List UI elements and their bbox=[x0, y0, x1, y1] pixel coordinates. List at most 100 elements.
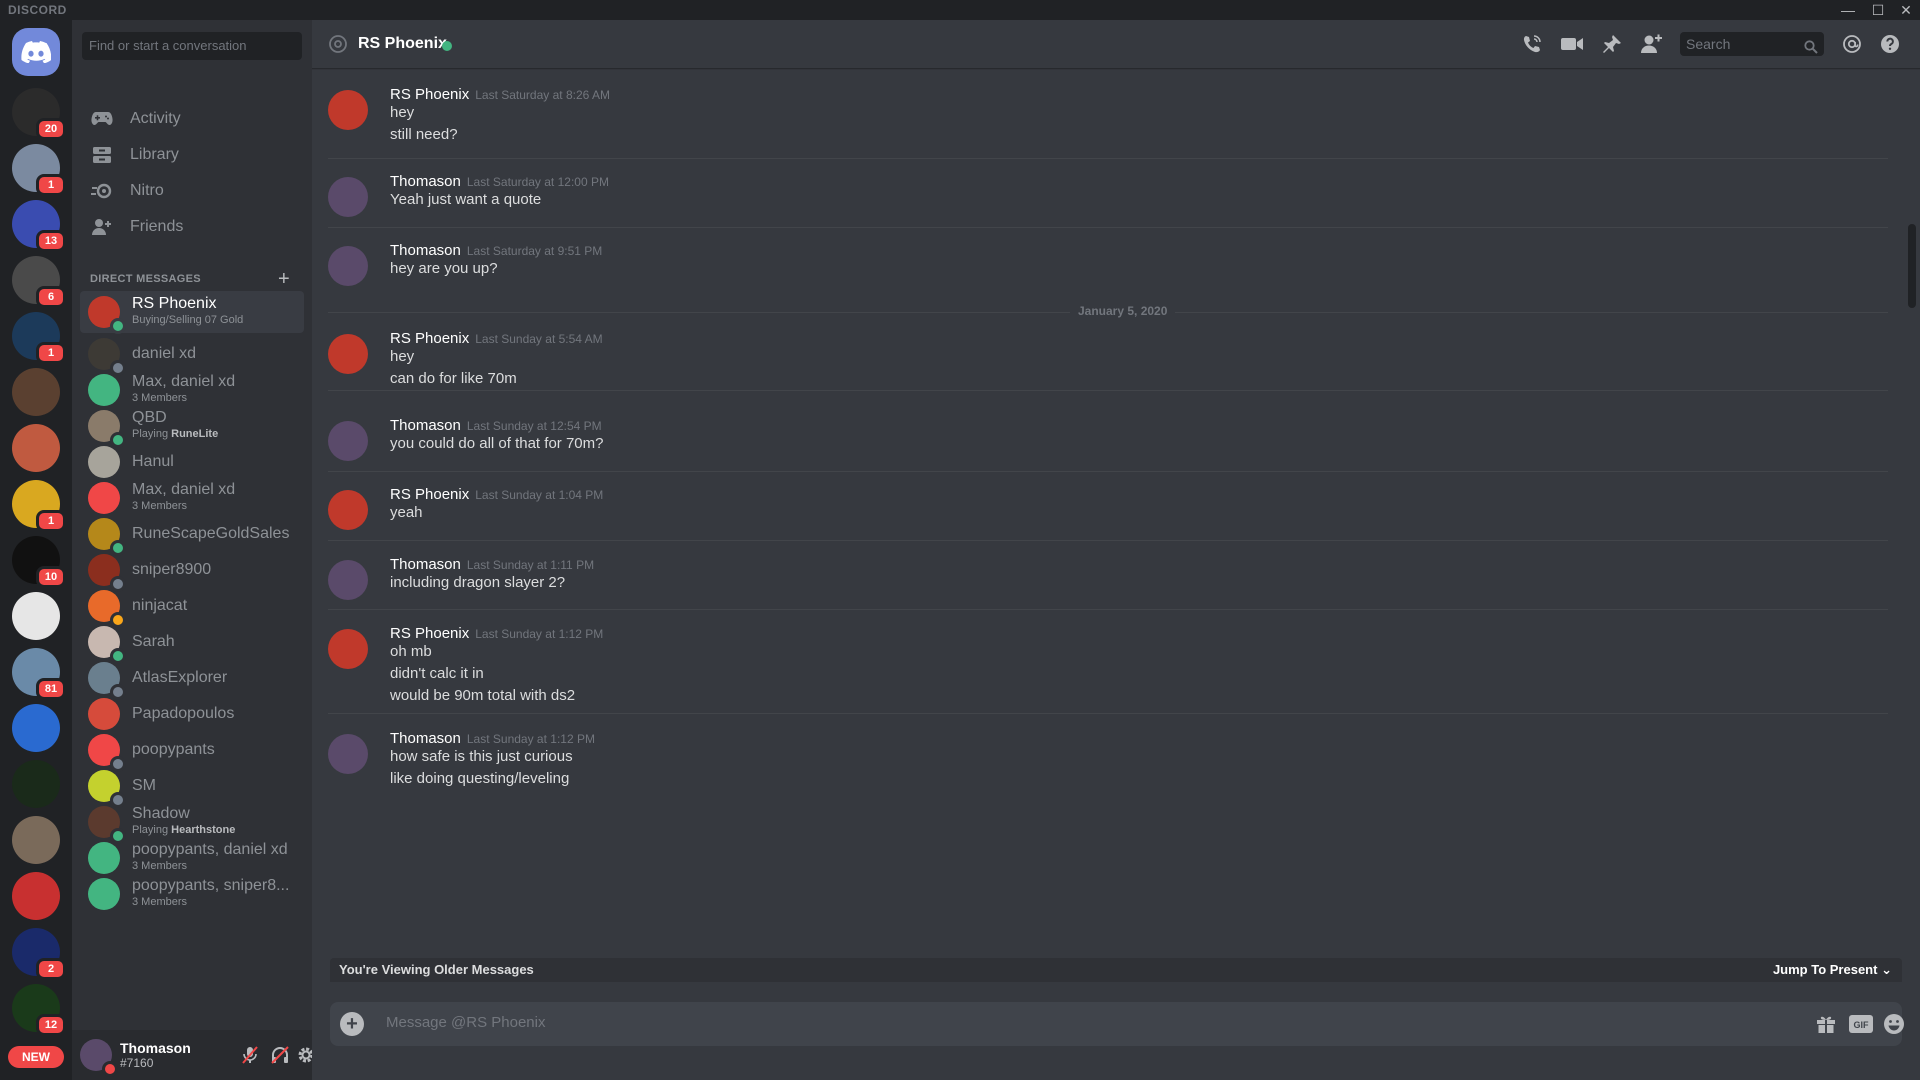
mention-badge: 20 bbox=[36, 118, 66, 140]
mentions-button[interactable] bbox=[1840, 32, 1864, 56]
message-author[interactable]: Thomason Last Saturday at 9:51 PM bbox=[390, 242, 602, 259]
server-icon[interactable]: 1 bbox=[12, 144, 66, 196]
server-icon[interactable]: 2 bbox=[12, 928, 66, 980]
create-dm-button[interactable]: + bbox=[278, 268, 290, 291]
message-text: would be 90m total with ds2 bbox=[390, 687, 576, 704]
maximize-button[interactable]: ☐ bbox=[1864, 0, 1892, 20]
nav-label: Friends bbox=[130, 218, 184, 235]
server-icon[interactable]: 20 bbox=[12, 88, 66, 140]
message-author[interactable]: Thomason Last Sunday at 1:12 PM bbox=[390, 730, 595, 747]
avatar[interactable] bbox=[328, 560, 368, 600]
avatar[interactable] bbox=[328, 90, 368, 130]
date-divider: January 5, 2020 bbox=[328, 304, 1888, 318]
server-list: 20 1 13 6 1 1 10 81 2 12 NEW bbox=[0, 20, 72, 1080]
author-name[interactable]: RS Phoenix bbox=[390, 625, 469, 642]
search-input[interactable]: Search bbox=[1680, 32, 1824, 56]
dm-name: Max, daniel xd bbox=[132, 373, 236, 390]
author-name[interactable]: RS Phoenix bbox=[390, 330, 469, 347]
author-name[interactable]: RS Phoenix bbox=[390, 86, 469, 103]
pinned-messages-button[interactable] bbox=[1600, 32, 1624, 56]
message-author[interactable]: Thomason Last Sunday at 12:54 PM bbox=[390, 417, 602, 434]
avatar[interactable] bbox=[328, 246, 368, 286]
title-bar: DISCORD — ☐ ✕ bbox=[0, 0, 1920, 20]
close-window-button[interactable]: ✕ bbox=[1892, 0, 1920, 20]
find-conversation-input[interactable]: Find or start a conversation bbox=[82, 32, 302, 60]
server-icon[interactable] bbox=[12, 424, 60, 472]
add-friend-to-dm-button[interactable] bbox=[1640, 32, 1664, 56]
gift-icon bbox=[1817, 1016, 1835, 1033]
author-name[interactable]: Thomason bbox=[390, 556, 461, 573]
server-icon[interactable] bbox=[12, 704, 60, 752]
friends-icon bbox=[90, 215, 114, 239]
channel-title: RS Phoenix bbox=[358, 35, 447, 52]
message-text: yeah bbox=[390, 504, 423, 521]
server-icon[interactable]: 13 bbox=[12, 200, 66, 252]
dm-sidebar: Find or start a conversation Activity Li… bbox=[72, 20, 312, 1080]
dm-name: Sarah bbox=[132, 633, 175, 650]
avatar[interactable] bbox=[328, 734, 368, 774]
nav-friends[interactable]: Friends bbox=[80, 206, 304, 248]
avatar[interactable] bbox=[328, 490, 368, 530]
svg-text:GIF: GIF bbox=[1854, 1020, 1870, 1030]
message-timestamp: Last Sunday at 5:54 AM bbox=[475, 332, 603, 346]
avatar bbox=[88, 878, 120, 910]
server-icon[interactable]: 81 bbox=[12, 648, 66, 700]
message-timestamp: Last Saturday at 9:51 PM bbox=[466, 244, 603, 258]
message-author[interactable]: RS Phoenix Last Sunday at 1:04 PM bbox=[390, 486, 603, 503]
author-name[interactable]: Thomason bbox=[390, 242, 461, 259]
upload-button[interactable]: + bbox=[340, 1012, 364, 1036]
minimize-button[interactable]: — bbox=[1834, 0, 1862, 20]
message-text: hey bbox=[390, 104, 415, 121]
message-author[interactable]: RS Phoenix Last Saturday at 8:26 AM bbox=[390, 86, 610, 103]
avatar[interactable] bbox=[328, 629, 368, 669]
message-author[interactable]: Thomason Last Saturday at 12:00 PM bbox=[390, 173, 609, 190]
server-icon[interactable]: 1 bbox=[12, 312, 66, 364]
dm-item[interactable]: poopypants, sniper8... 3 Members bbox=[80, 873, 304, 915]
mention-badge: 10 bbox=[36, 566, 66, 588]
home-button[interactable] bbox=[12, 28, 60, 76]
server-icon[interactable] bbox=[12, 760, 60, 808]
author-name[interactable]: Thomason bbox=[390, 730, 461, 747]
mute-button[interactable] bbox=[238, 1043, 262, 1067]
new-unreads-badge[interactable]: NEW bbox=[8, 1046, 64, 1068]
discord-logo-icon bbox=[21, 41, 51, 63]
author-name[interactable]: Thomason bbox=[390, 173, 461, 190]
avatar[interactable] bbox=[328, 421, 368, 461]
start-voice-call-button[interactable] bbox=[1520, 32, 1544, 56]
avatar[interactable] bbox=[328, 334, 368, 374]
server-icon[interactable]: 6 bbox=[12, 256, 66, 308]
jump-to-present-button[interactable]: Jump To Present ⌄ bbox=[1773, 962, 1892, 978]
author-name[interactable]: RS Phoenix bbox=[390, 486, 469, 503]
author-name[interactable]: Thomason bbox=[390, 417, 461, 434]
help-button[interactable] bbox=[1878, 32, 1902, 56]
server-icon[interactable] bbox=[12, 872, 60, 920]
avatar[interactable] bbox=[328, 177, 368, 217]
message-author[interactable]: RS Phoenix Last Sunday at 1:12 PM bbox=[390, 625, 603, 642]
dm-item[interactable]: RS Phoenix Buying/Selling 07 Gold bbox=[80, 291, 304, 334]
message-divider bbox=[328, 390, 1888, 391]
message-divider bbox=[328, 540, 1888, 541]
message-scrollbar[interactable] bbox=[1908, 76, 1916, 956]
server-icon[interactable] bbox=[12, 368, 60, 416]
server-icon[interactable]: 1 bbox=[12, 480, 66, 532]
deafen-button[interactable] bbox=[268, 1043, 292, 1067]
message-author[interactable]: RS Phoenix Last Sunday at 5:54 AM bbox=[390, 330, 603, 347]
mention-badge: 6 bbox=[36, 286, 66, 308]
message-timestamp: Last Saturday at 12:00 PM bbox=[466, 175, 609, 189]
server-icon[interactable]: 12 bbox=[12, 984, 66, 1036]
user-discriminator: #7160 bbox=[120, 1056, 154, 1070]
server-icon[interactable] bbox=[12, 592, 60, 640]
dm-name: poopypants bbox=[132, 741, 215, 758]
dm-name: Max, daniel xd bbox=[132, 481, 236, 498]
gif-picker-button[interactable]: GIF bbox=[1848, 1012, 1874, 1036]
emoji-picker-button[interactable] bbox=[1882, 1012, 1906, 1036]
start-video-call-button[interactable] bbox=[1560, 32, 1584, 56]
message-text: can do for like 70m bbox=[390, 370, 517, 387]
dm-name: Hanul bbox=[132, 453, 174, 470]
message-input[interactable]: Message @RS Phoenix bbox=[386, 1014, 545, 1031]
gift-button[interactable] bbox=[1814, 1012, 1838, 1036]
scrollbar-thumb[interactable] bbox=[1908, 224, 1916, 308]
message-author[interactable]: Thomason Last Sunday at 1:11 PM bbox=[390, 556, 594, 573]
server-icon[interactable] bbox=[12, 816, 60, 864]
server-icon[interactable]: 10 bbox=[12, 536, 66, 588]
